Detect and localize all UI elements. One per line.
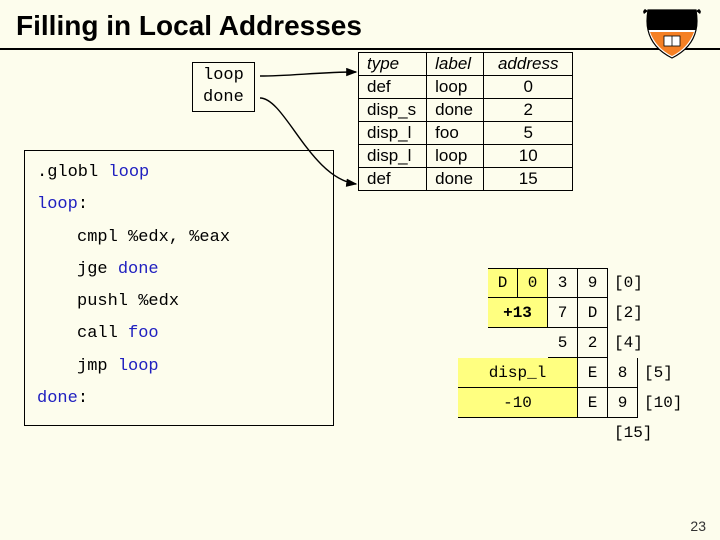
byte-row: disp_lE8[5] (428, 358, 692, 388)
byte-cell: +13 (488, 298, 548, 328)
cell: loop (427, 76, 484, 99)
byte-cell (428, 268, 458, 298)
byte-cell: 0 (518, 268, 548, 298)
cell: 15 (483, 168, 572, 191)
byte-row: 52[4] (428, 328, 692, 358)
byte-cell (428, 418, 458, 448)
byte-cell: 2 (578, 328, 608, 358)
slide-body: loop done type label address defloop0 di… (0, 50, 720, 510)
byte-cell (428, 328, 458, 358)
byte-cell: E (578, 388, 608, 418)
byte-cell (578, 418, 608, 448)
label-box-line: done (203, 87, 244, 109)
col-label: label (427, 53, 484, 76)
byte-row: D039[0] (428, 268, 692, 298)
byte-cell (488, 328, 518, 358)
byte-cell: E (578, 358, 608, 388)
code-line: jmp loop (37, 351, 321, 383)
code-line: jge done (37, 254, 321, 286)
cell: 2 (483, 99, 572, 122)
table-row: defdone15 (359, 168, 573, 191)
byte-cell (428, 358, 458, 388)
byte-cell (488, 418, 518, 448)
cell: done (427, 99, 484, 122)
byte-cell (428, 298, 458, 328)
byte-cell (458, 298, 488, 328)
col-type: type (359, 53, 427, 76)
byte-cell (458, 418, 488, 448)
byte-offset: [0] (614, 268, 662, 298)
byte-cell: 7 (548, 298, 578, 328)
page-number: 23 (690, 518, 706, 534)
byte-row: [15] (428, 418, 692, 448)
cell: disp_l (359, 145, 427, 168)
byte-cell: 3 (548, 268, 578, 298)
byte-row: +137D[2] (428, 298, 692, 328)
byte-cell: D (578, 298, 608, 328)
code-line: cmpl %edx, %eax (37, 222, 321, 254)
cell: 0 (483, 76, 572, 99)
byte-offset: [4] (614, 328, 662, 358)
cell: 10 (483, 145, 572, 168)
byte-cell (518, 328, 548, 358)
cell: 5 (483, 122, 572, 145)
col-address: address (483, 53, 572, 76)
byte-cell (518, 418, 548, 448)
byte-cell: 9 (608, 388, 638, 418)
cell: loop (427, 145, 484, 168)
code-line: done: (37, 383, 321, 415)
table-row: disp_sdone2 (359, 99, 573, 122)
code-line: pushl %edx (37, 286, 321, 318)
slide-title: Filling in Local Addresses (16, 10, 704, 42)
byte-offset: [15] (614, 418, 662, 448)
byte-cell: 5 (548, 328, 578, 358)
table-row: defloop0 (359, 76, 573, 99)
byte-row: -10E9[10] (428, 388, 692, 418)
byte-cell: 9 (578, 268, 608, 298)
byte-offset: [5] (644, 358, 692, 388)
cell: done (427, 168, 484, 191)
byte-offset: [10] (644, 388, 692, 418)
byte-cell: D (488, 268, 518, 298)
code-line: call foo (37, 318, 321, 350)
cell: def (359, 168, 427, 191)
byte-cell (548, 418, 578, 448)
byte-cell: -10 (458, 388, 578, 418)
byte-cell: disp_l (458, 358, 578, 388)
table-header-row: type label address (359, 53, 573, 76)
byte-cell (428, 388, 458, 418)
table-row: disp_lfoo5 (359, 122, 573, 145)
cell: def (359, 76, 427, 99)
cell: disp_l (359, 122, 427, 145)
byte-cell (458, 268, 488, 298)
assembly-code: .globl loop loop: cmpl %edx, %eax jge do… (24, 150, 334, 426)
label-box-line: loop (203, 65, 244, 87)
table-row: disp_lloop10 (359, 145, 573, 168)
symbol-table: type label address defloop0 disp_sdone2 … (358, 52, 573, 191)
byte-offset: [2] (614, 298, 662, 328)
byte-grid: D039[0]+137D[2]52[4]disp_lE8[5]-10E9[10]… (428, 268, 692, 448)
cell: disp_s (359, 99, 427, 122)
cell: foo (427, 122, 484, 145)
code-line: .globl loop (37, 157, 321, 189)
byte-cell (458, 328, 488, 358)
byte-cell: 8 (608, 358, 638, 388)
label-box: loop done (192, 62, 255, 112)
code-line: loop: (37, 189, 321, 221)
